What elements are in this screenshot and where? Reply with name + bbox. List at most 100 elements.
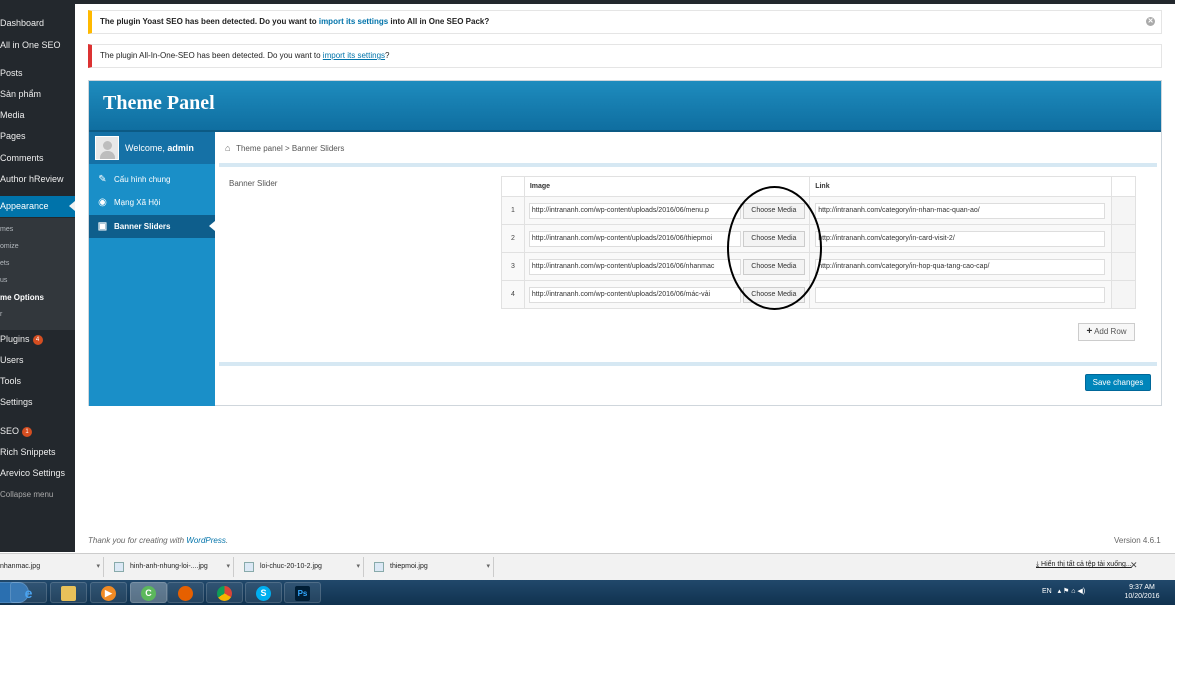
add-row-label: Add Row — [1094, 327, 1127, 336]
welcome-text: Welcome, — [125, 143, 168, 153]
photoshop-icon[interactable]: Ps — [284, 582, 321, 603]
table-row: 1 http://intrananh.com/wp-content/upload… — [501, 196, 1136, 225]
chevron-down-icon[interactable]: ▾ — [356, 557, 360, 577]
submenu-editor[interactable]: r — [0, 309, 75, 321]
nav-item-social-network[interactable]: ◉ Mạng Xã Hội — [89, 191, 215, 214]
menu-label: Sản phẩm — [0, 89, 42, 99]
row-handle[interactable] — [1111, 224, 1136, 253]
image-url-input[interactable]: http://intrananh.com/wp-content/uploads/… — [528, 202, 741, 219]
panel-nav: Welcome, admin ✎ Cấu hình chung ◉ Mạng X… — [89, 132, 215, 406]
header-image: Image — [523, 176, 811, 197]
download-item[interactable]: thiepmoi.jpg ▾ — [366, 557, 494, 577]
header-num — [501, 176, 525, 197]
choose-media-button[interactable]: Choose Media — [742, 230, 805, 247]
save-changes-button[interactable]: Save changes — [1085, 374, 1151, 391]
notice-text: The plugin Yoast SEO has been detected. … — [100, 17, 319, 26]
menu-products[interactable]: Sản phẩm — [0, 87, 75, 101]
appearance-submenu: mes omize ets us me Options r — [0, 218, 75, 330]
breadcrumb-root[interactable]: Theme panel — [236, 144, 283, 153]
menu-plugins[interactable]: Plugins 4 — [0, 332, 75, 346]
menu-label: All in One SEO — [0, 40, 61, 50]
menu-appearance[interactable]: Appearance — [0, 196, 75, 217]
row-handle[interactable] — [1111, 196, 1136, 225]
link-url-input[interactable]: http://intrananh.com/category/in-card-vi… — [815, 230, 1106, 247]
submenu-menus[interactable]: us — [0, 275, 75, 287]
choose-media-button[interactable]: Choose Media — [742, 286, 805, 303]
choose-media-button[interactable]: Choose Media — [742, 258, 805, 275]
yoast-import-notice: The plugin Yoast SEO has been detected. … — [88, 10, 1162, 34]
menu-seo[interactable]: SEO 1 — [0, 424, 75, 438]
submenu-widgets[interactable]: ets — [0, 258, 75, 270]
menu-media[interactable]: Media — [0, 108, 75, 122]
image-url-input[interactable]: http://intrananh.com/wp-content/uploads/… — [528, 230, 741, 247]
menu-users[interactable]: Users — [0, 353, 75, 367]
aioseo-import-notice: The plugin All-In-One-SEO has been detec… — [88, 44, 1162, 68]
choose-media-button[interactable]: Choose Media — [742, 202, 805, 219]
link-url-input[interactable] — [815, 286, 1106, 303]
clock-date: 10/20/2016 — [1124, 593, 1160, 600]
menu-pages[interactable]: Pages — [0, 129, 75, 143]
download-item[interactable]: hinh-anh-nhung-loi-....jpg ▾ — [106, 557, 234, 577]
skype-icon[interactable]: S — [245, 582, 282, 603]
link-url-input[interactable]: http://intrananh.com/category/in-nhan-ma… — [815, 202, 1106, 219]
explorer-icon[interactable] — [50, 582, 87, 603]
submenu-themes[interactable]: mes — [0, 224, 75, 236]
dismiss-notice-icon[interactable]: ✕ — [1146, 17, 1155, 26]
download-item[interactable]: loi-chuc-20-10-2.jpg ▾ — [236, 557, 364, 577]
submenu-theme-options[interactable]: me Options — [0, 292, 75, 304]
menu-rich-snippets[interactable]: Rich Snippets — [0, 445, 75, 459]
image-url-input[interactable]: http://intrananh.com/wp-content/uploads/… — [528, 286, 741, 303]
chevron-down-icon[interactable]: ▾ — [226, 557, 230, 577]
import-settings-link[interactable]: import its settings — [323, 51, 385, 60]
system-tray: EN ▴ ⚑ ⌂ ◀) — [1042, 587, 1085, 595]
download-item[interactable]: nhanmac.jpg ▾ — [0, 557, 104, 577]
media-player-icon[interactable]: ▶ — [90, 582, 127, 603]
show-all-downloads-link[interactable]: ⤓ Hiển thị tất cả tệp tải xuống... — [1036, 561, 1132, 569]
add-row-button[interactable]: + Add Row — [1078, 323, 1135, 341]
menu-dashboard[interactable]: Dashboard — [0, 16, 75, 30]
row-handle[interactable] — [1111, 280, 1136, 309]
menu-label: Author hReview — [0, 174, 64, 184]
close-icon[interactable]: ✕ — [1130, 560, 1138, 571]
menu-posts[interactable]: Posts — [0, 66, 75, 80]
wordpress-link[interactable]: WordPress — [186, 536, 226, 545]
row-number: 1 — [501, 196, 525, 225]
screen: Dashboard All in One SEO Posts Sản phẩm … — [0, 0, 1200, 675]
welcome-box: Welcome, admin — [89, 132, 215, 164]
nav-item-banner-sliders[interactable]: ▣ Banner Sliders — [89, 215, 215, 238]
submenu-customize[interactable]: omize — [0, 241, 75, 253]
panel-title: Theme Panel — [103, 92, 215, 114]
nav-label: Cấu hình chung — [114, 175, 171, 184]
row-handle[interactable] — [1111, 252, 1136, 281]
menu-label: Settings — [0, 397, 33, 407]
menu-settings[interactable]: Settings — [0, 395, 75, 409]
menu-label: Arevico Settings — [0, 468, 66, 478]
image-cell: http://intrananh.com/wp-content/uploads/… — [523, 252, 811, 281]
plugins-update-badge: 4 — [32, 334, 43, 345]
menu-comments[interactable]: Comments — [0, 151, 75, 165]
link-url-input[interactable]: http://intrananh.com/category/in-hop-qua… — [815, 258, 1106, 275]
collapse-menu-button[interactable]: Collapse menu — [0, 488, 75, 502]
tray-icons[interactable]: ▴ ⚑ ⌂ ◀) — [1058, 588, 1086, 595]
chevron-down-icon[interactable]: ▾ — [96, 557, 100, 577]
table-row: 4 http://intrananh.com/wp-content/upload… — [501, 280, 1136, 309]
menu-all-in-one-seo[interactable]: All in One SEO — [0, 38, 75, 52]
import-settings-link[interactable]: import its settings — [319, 17, 388, 26]
chrome-icon[interactable] — [206, 582, 243, 603]
firefox-icon[interactable] — [167, 582, 204, 603]
menu-author-hreview[interactable]: Author hReview — [0, 172, 75, 186]
link-cell: http://intrananh.com/category/in-hop-qua… — [809, 252, 1113, 281]
slider-icon: ▣ — [97, 221, 108, 232]
image-url-input[interactable]: http://intrananh.com/wp-content/uploads/… — [528, 258, 741, 275]
menu-tools[interactable]: Tools — [0, 374, 75, 388]
clock[interactable]: 9:37 AM 10/20/2016 — [1122, 583, 1162, 601]
ie-icon[interactable]: e — [10, 582, 47, 603]
menu-label: Pages — [0, 131, 26, 141]
menu-arevico-settings[interactable]: Arevico Settings — [0, 466, 75, 480]
menu-label: Users — [0, 355, 24, 365]
coccoc-icon[interactable]: C — [130, 582, 167, 603]
language-indicator[interactable]: EN — [1042, 588, 1052, 595]
chevron-down-icon[interactable]: ▾ — [486, 557, 490, 577]
nav-item-general-config[interactable]: ✎ Cấu hình chung — [89, 168, 215, 191]
image-cell: http://intrananh.com/wp-content/uploads/… — [523, 224, 811, 253]
